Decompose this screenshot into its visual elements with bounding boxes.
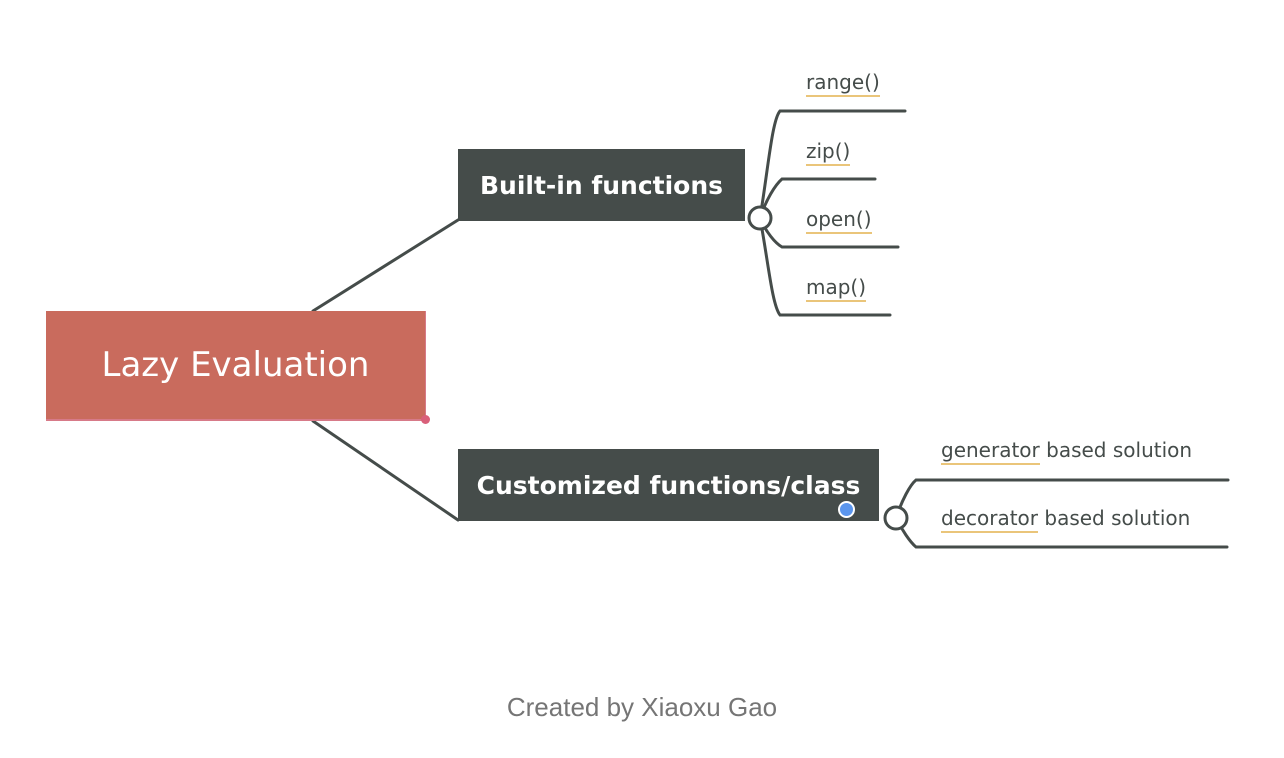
- credit-caption: Created by Xiaoxu Gao: [506, 692, 778, 722]
- leaf-text: based solution: [1038, 506, 1191, 530]
- leaf-text: based solution: [1039, 438, 1193, 462]
- leaf-node-zip[interactable]: zip(): [806, 139, 851, 166]
- root-node-label: Lazy Evaluation: [101, 345, 370, 385]
- branch-node-label: Customized functions/class: [476, 470, 861, 500]
- resize-handle[interactable]: [421, 415, 430, 424]
- connector-root-to-custom: [311, 419, 460, 522]
- leaf-node-map[interactable]: map(): [806, 275, 867, 302]
- leaf-node-decorator[interactable]: decorator based solution: [941, 506, 1191, 533]
- leaf-node-open[interactable]: open(): [806, 207, 872, 234]
- leaf-keyword: range(): [806, 70, 880, 97]
- branch-node-custom[interactable]: Customized functions/class: [458, 449, 879, 521]
- leaf-keyword: map(): [806, 275, 867, 302]
- selection-dot-icon[interactable]: [838, 501, 855, 518]
- collapse-toggle-custom: [883, 505, 909, 531]
- collapse-toggle-builtin: [747, 205, 773, 231]
- leaf-keyword: decorator: [941, 506, 1039, 533]
- root-node[interactable]: Lazy Evaluation: [46, 311, 430, 424]
- leaf-keyword: zip(): [806, 139, 851, 166]
- branch-node-builtin[interactable]: Built-in functions: [458, 149, 745, 221]
- leaf-keyword: open(): [806, 207, 872, 234]
- branch-node-label: Built-in functions: [479, 170, 724, 200]
- connector-root-to-builtin: [311, 218, 460, 313]
- leaf-node-range[interactable]: range(): [806, 70, 880, 97]
- leaf-keyword: generator: [941, 438, 1040, 465]
- leaf-node-generator[interactable]: generator based solution: [941, 438, 1193, 465]
